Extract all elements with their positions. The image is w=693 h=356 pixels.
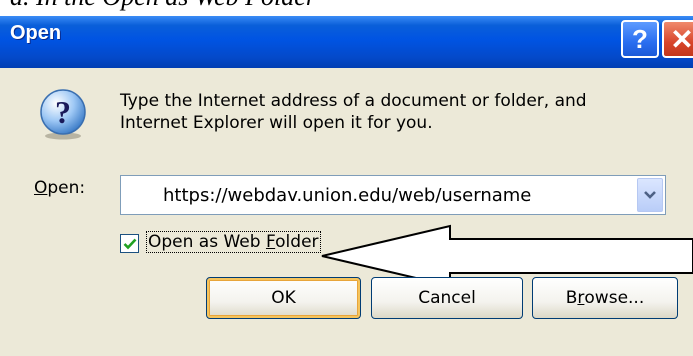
browse-button[interactable]: Br owse... (532, 277, 678, 319)
cancel-button[interactable]: Cancel (371, 277, 523, 319)
help-icon: ? (632, 23, 648, 54)
open-field-label: Open: (34, 178, 85, 198)
close-icon: ✕ (670, 23, 693, 55)
dropdown-button[interactable] (637, 178, 663, 212)
close-button[interactable]: ✕ (662, 20, 693, 58)
check-label-pre: Open as Web (148, 232, 266, 252)
dialog-title: Open (10, 22, 62, 44)
ok-button[interactable]: OK (206, 277, 361, 319)
open-dialog: Open ? ✕ ? Type the Internet address of … (0, 16, 693, 356)
message-line-1: Type the Internet address of a document … (120, 91, 587, 111)
svg-text:?: ? (55, 94, 71, 130)
title-bar[interactable]: Open ? ✕ (0, 16, 693, 68)
browse-label-pre: B (565, 288, 578, 308)
open-label-rest: pen: (47, 178, 86, 198)
question-icon: ? (40, 89, 86, 140)
document-heading-fragment: a. In the Open as Web Folder (10, 0, 316, 12)
address-input[interactable]: https://webdav.union.edu/web/username (163, 185, 531, 206)
browse-label-post: owse... (584, 288, 645, 308)
checkmark-icon (123, 238, 136, 249)
open-as-web-folder-checkbox[interactable] (120, 234, 139, 253)
open-as-web-folder-label[interactable]: Open as Web Folder (146, 231, 321, 253)
check-label-post: older (275, 232, 319, 252)
browse-label-mnemonic: r (577, 288, 585, 308)
dialog-message: Type the Internet address of a document … (120, 90, 680, 134)
chevron-down-icon (644, 191, 656, 199)
help-button[interactable]: ? (621, 20, 659, 58)
address-combobox[interactable]: https://webdav.union.edu/web/username (120, 175, 666, 215)
message-line-2: Internet Explorer will open it for you. (120, 113, 433, 133)
open-label-mnemonic: O (34, 178, 48, 198)
check-label-mnemonic: F (265, 232, 276, 252)
